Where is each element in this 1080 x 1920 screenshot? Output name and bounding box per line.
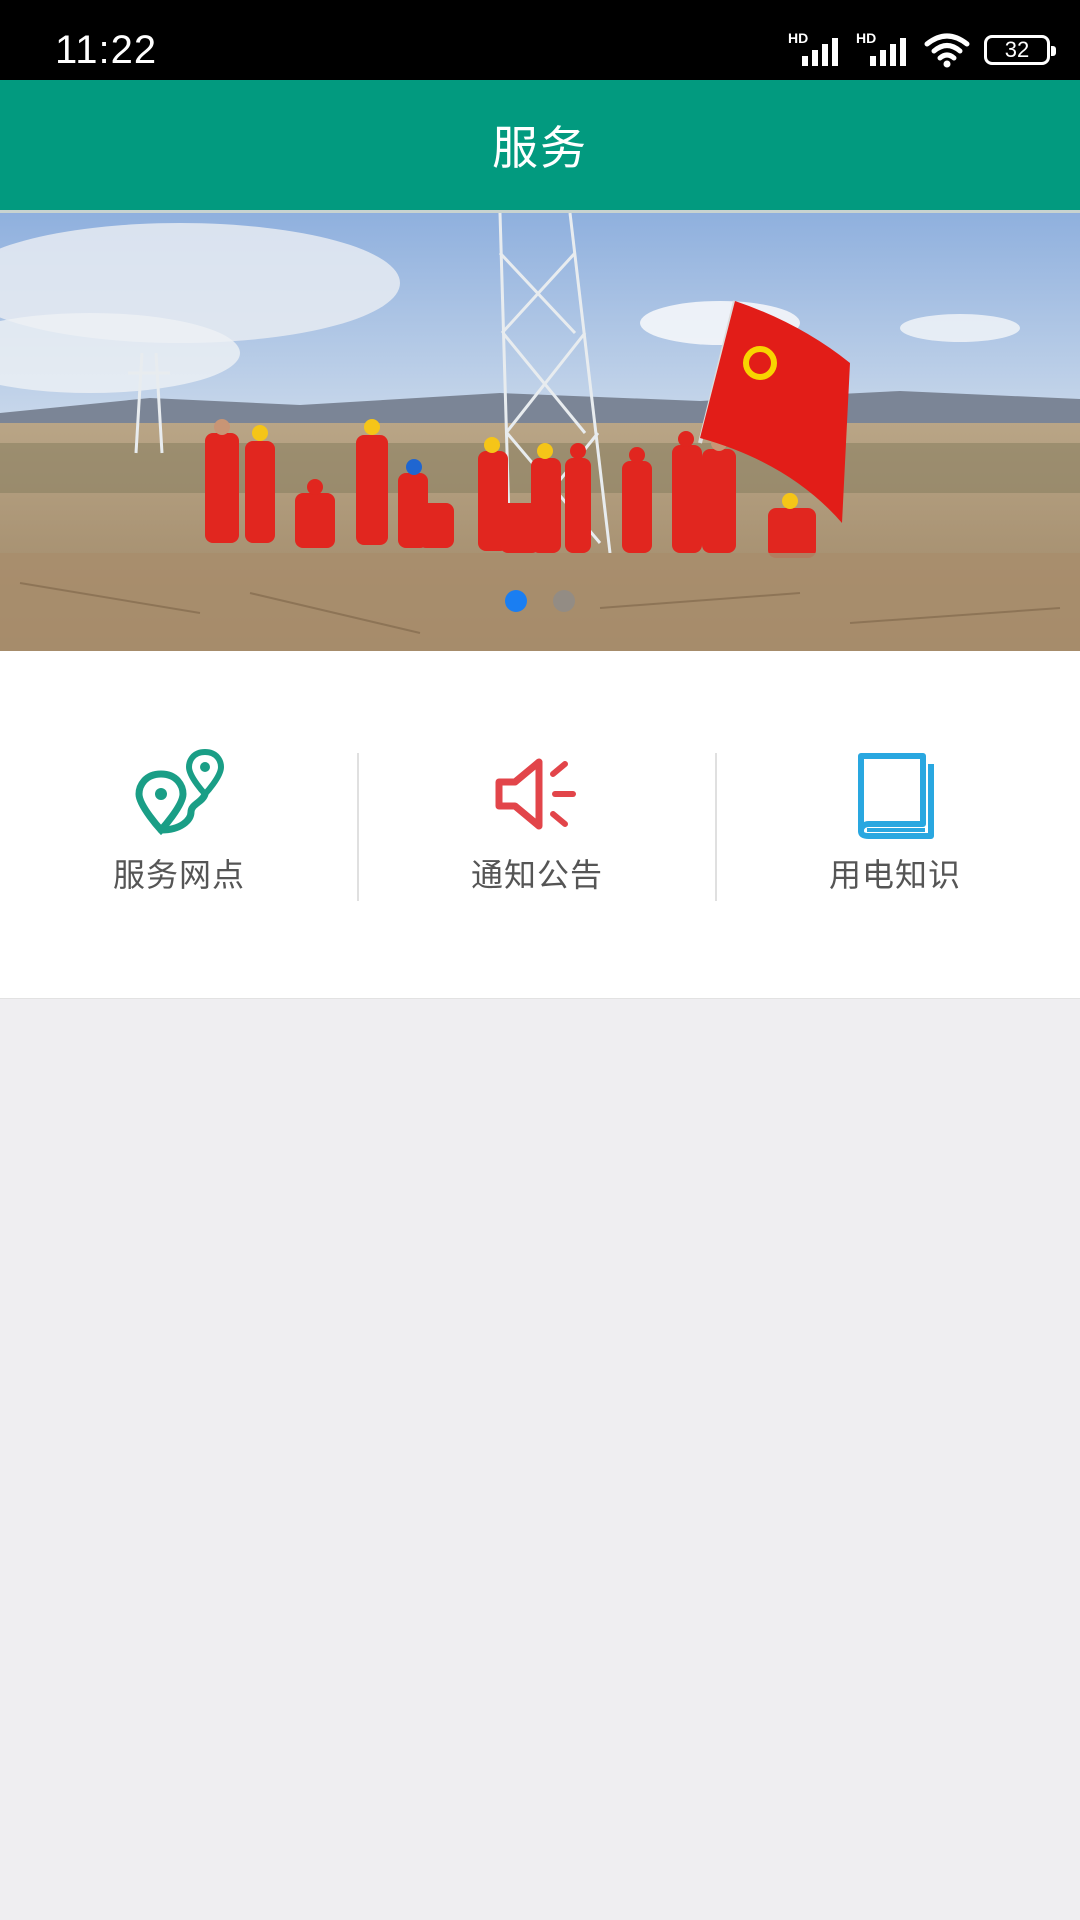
status-icons: HD HD 32 bbox=[788, 30, 1056, 70]
service-label-knowledge: 用电知识 bbox=[828, 856, 961, 894]
service-item-notices[interactable]: 通知公告 bbox=[358, 746, 716, 896]
battery-level: 32 bbox=[1004, 37, 1030, 62]
service-item-knowledge[interactable]: 用电知识 bbox=[716, 746, 1074, 896]
service-label-outlets: 服务网点 bbox=[112, 856, 245, 894]
carousel-dot-2[interactable] bbox=[553, 590, 575, 612]
cellular-signal-icon-2: HD bbox=[856, 30, 910, 70]
status-time: 11:22 bbox=[55, 28, 158, 72]
cellular-signal-icon: HD bbox=[788, 30, 842, 70]
wifi-icon bbox=[924, 33, 970, 68]
carousel-indicator bbox=[0, 590, 1080, 614]
banner-carousel[interactable] bbox=[0, 213, 1080, 651]
map-route-pin-icon bbox=[135, 748, 225, 836]
services-grid: 服务网点 通知公告 用电知识 bbox=[0, 651, 1080, 999]
status-bar: 11:22 HD HD 32 bbox=[0, 0, 1080, 80]
carousel-dot-1[interactable] bbox=[505, 590, 527, 612]
book-icon bbox=[858, 753, 934, 839]
page-title: 服务 bbox=[492, 121, 588, 175]
banner-image bbox=[0, 213, 1080, 651]
megaphone-icon bbox=[495, 758, 576, 830]
app-header: 服务 bbox=[0, 80, 1080, 210]
service-item-outlets[interactable]: 服务网点 bbox=[0, 746, 358, 896]
battery-icon: 32 bbox=[984, 35, 1056, 65]
service-label-notices: 通知公告 bbox=[470, 856, 603, 894]
